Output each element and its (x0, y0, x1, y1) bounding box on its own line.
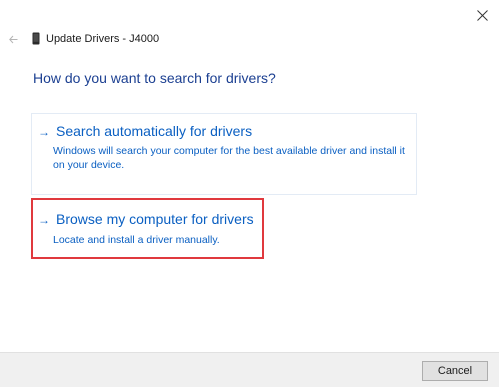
window-title: Update Drivers - J4000 (46, 32, 160, 45)
back-arrow-icon (8, 35, 17, 43)
option-title: → Search automatically for drivers (38, 123, 252, 139)
close-icon (476, 9, 488, 21)
back-button[interactable] (6, 32, 20, 46)
right-arrow-icon: → (38, 125, 50, 139)
window-title-bar: Update Drivers - J4000 (32, 32, 159, 45)
device-icon (32, 32, 40, 45)
dialog-footer: Cancel (0, 352, 499, 387)
option-description: Locate and install a driver manually. (53, 234, 220, 246)
cancel-button[interactable]: Cancel (422, 361, 488, 381)
update-drivers-window: Update Drivers - J4000 How do you want t… (0, 0, 499, 387)
option-title-text: Search automatically for drivers (56, 123, 253, 139)
right-arrow-icon: → (38, 213, 50, 227)
search-automatically-option[interactable]: → Search automatically for drivers Window… (31, 113, 417, 195)
option-title-text: Browse my computer for drivers (56, 211, 254, 227)
option-description: Windows will search your computer for th… (53, 145, 405, 171)
close-button[interactable] (471, 4, 493, 26)
page-heading: How do you want to search for drivers? (33, 70, 276, 86)
browse-computer-option[interactable]: → Browse my computer for drivers Locate a… (31, 198, 264, 259)
option-title: → Browse my computer for drivers (38, 211, 254, 227)
